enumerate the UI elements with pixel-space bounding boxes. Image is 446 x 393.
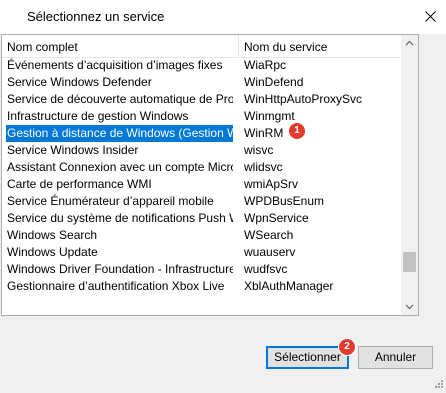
service-full-name: Windows Update [7, 245, 98, 259]
service-full-name: Service de découverte automatique de Pro… [7, 92, 233, 106]
table-row[interactable]: Windows Search WSearch [2, 227, 405, 244]
service-full-name: Carte de performance WMI [7, 177, 152, 191]
step-badge-2: 2 [339, 339, 355, 355]
service-short-name: XblAuthManager [244, 279, 334, 293]
column-divider[interactable] [238, 35, 239, 57]
service-full-name: Gestionnaire d’authentification Xbox Liv… [7, 279, 225, 293]
table-row[interactable]: Service Windows Defender WinDefend [2, 74, 405, 91]
service-short-name: wmiApSrv [244, 177, 299, 191]
scrollbar-thumb[interactable] [403, 252, 416, 272]
table-row[interactable]: Gestionnaire d’authentification Xbox Liv… [2, 278, 405, 295]
service-short-name: wudfsvc [244, 262, 288, 276]
table-row[interactable]: Windows Driver Foundation - Infrastructu… [2, 261, 405, 278]
close-icon [425, 11, 436, 22]
table-row-selected[interactable]: Gestion à distance de Windows (Gestion W… [2, 125, 405, 142]
select-button[interactable]: Sélectionner [266, 346, 349, 369]
close-button[interactable] [416, 0, 446, 34]
table-row[interactable]: Carte de performance WMI wmiApSrv [2, 176, 405, 193]
service-short-name: WinHttpAutoProxySvc [244, 92, 363, 106]
table-row[interactable]: Service de découverte automatique de Pro… [2, 91, 405, 108]
scroll-down-arrow-icon[interactable] [405, 302, 414, 311]
table-row[interactable]: Service Énumérateur d’appareil mobile WPD… [2, 193, 405, 210]
cancel-button[interactable]: Annuler [358, 346, 433, 369]
service-short-name: WinRM [244, 126, 284, 140]
vertical-scrollbar[interactable] [401, 35, 418, 315]
service-short-name: wlidsvc [244, 160, 283, 174]
table-row[interactable]: Assistant Connexion avec un compte Micro… [2, 159, 405, 176]
service-full-name: Événements d’acquisition d’images fixes [7, 58, 223, 72]
table-row[interactable]: Infrastructure de gestion Windows Winmgmt [2, 108, 405, 125]
service-full-name: Infrastructure de gestion Windows [7, 109, 189, 123]
resize-grip-icon[interactable] [432, 379, 444, 391]
column-header-full-name[interactable]: Nom complet [7, 40, 78, 54]
service-short-name: Winmgmt [244, 109, 295, 123]
select-service-dialog: Sélectionnez un service Nom complet Nom … [0, 0, 446, 393]
service-full-name: Service Windows Insider [7, 143, 139, 157]
list-rows: Événements d’acquisition d’images fixes W… [2, 57, 405, 295]
table-row[interactable]: Service du système de notifications Push… [2, 210, 405, 227]
service-short-name: wuauserv [244, 245, 296, 259]
service-full-name: Windows Driver Foundation - Infrastructu… [7, 262, 233, 276]
service-short-name: WpnService [244, 211, 309, 225]
table-row[interactable]: Windows Update wuauserv [2, 244, 405, 261]
step-badge-1: 1 [289, 123, 305, 139]
service-full-name: Assistant Connexion avec un compte Micro… [7, 160, 233, 174]
table-row[interactable]: Service Windows Insider wisvc [2, 142, 405, 159]
dialog-title: Sélectionnez un service [27, 9, 165, 24]
service-short-name: WPDBusEnum [244, 194, 325, 208]
service-full-name: Windows Search [7, 228, 98, 242]
column-header-service-name[interactable]: Nom du service [244, 40, 327, 54]
service-short-name: WiaRpc [244, 58, 287, 72]
service-short-name: WSearch [244, 228, 294, 242]
service-full-name: Service Windows Defender [7, 75, 152, 89]
service-short-name: WinDefend [244, 75, 304, 89]
scroll-up-arrow-icon[interactable] [405, 39, 414, 48]
service-full-name: Service du système de notifications Push… [7, 211, 233, 225]
table-row[interactable]: Événements d’acquisition d’images fixes W… [2, 57, 405, 74]
list-header: Nom complet Nom du service [2, 35, 405, 58]
service-full-name: Service Énumérateur d’appareil mobile [7, 194, 214, 208]
service-short-name: wisvc [244, 143, 274, 157]
service-full-name: Gestion à distance de Windows (Gestion W… [6, 125, 233, 142]
title-bar: Sélectionnez un service [0, 0, 446, 34]
services-list[interactable]: Nom complet Nom du service Événements d’… [1, 34, 419, 316]
